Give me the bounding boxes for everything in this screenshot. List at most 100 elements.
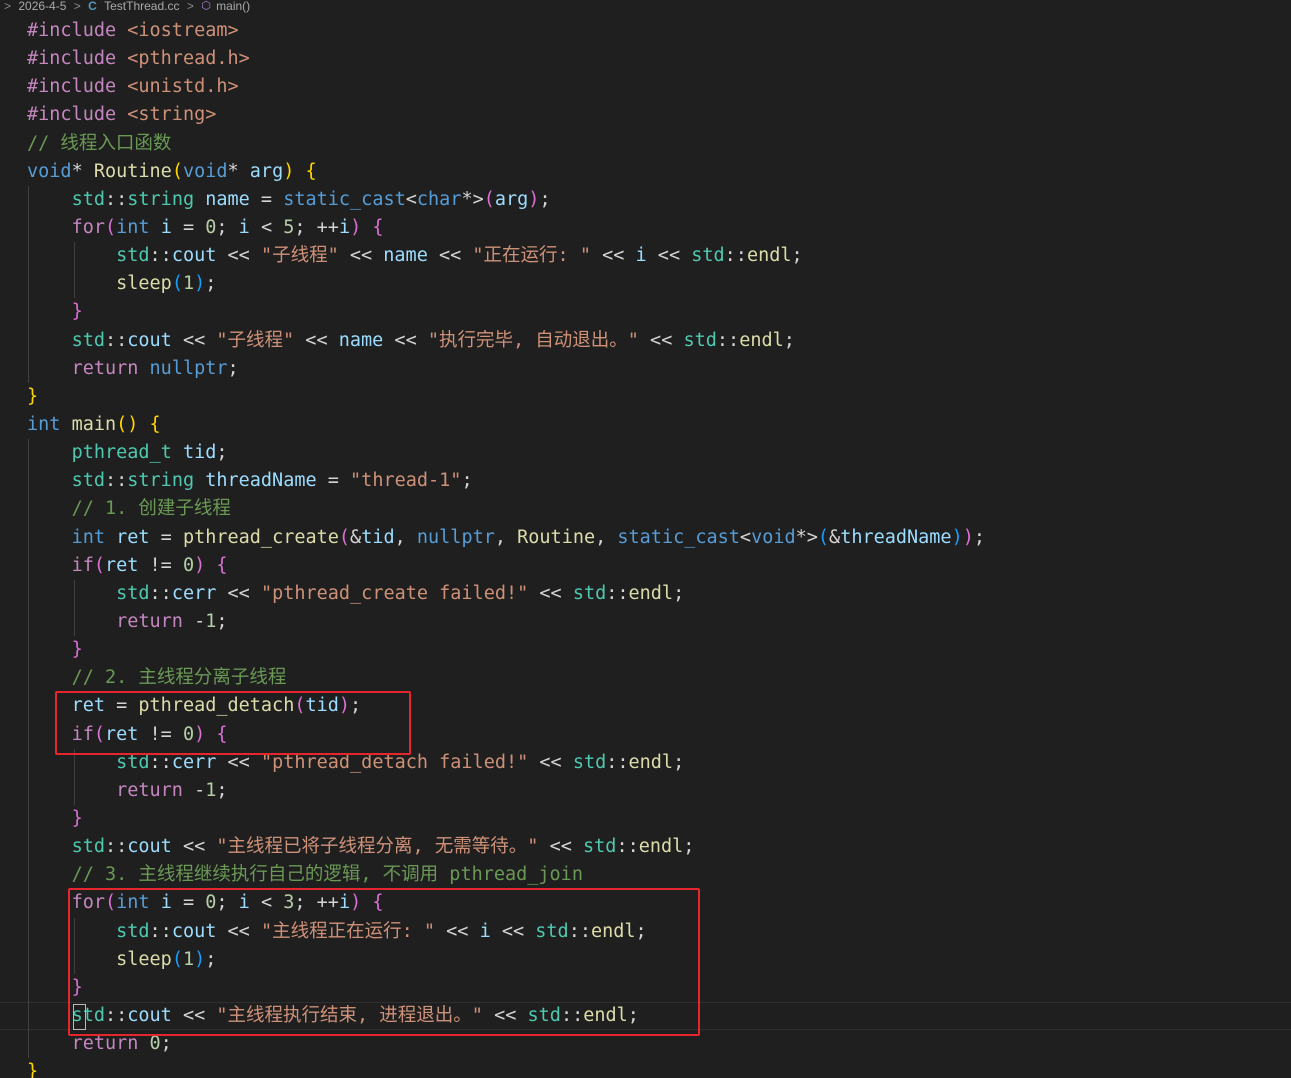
code-line[interactable]: return -1; (0, 607, 1291, 637)
code-token: < (739, 526, 752, 548)
code-line[interactable]: std::cerr << "pthread_create failed!" <<… (0, 579, 1291, 608)
code-token: std (572, 582, 607, 604)
code-token: 0 (205, 216, 217, 238)
code-token: ) (194, 948, 206, 970)
code-line[interactable]: } (0, 298, 1291, 327)
code-line[interactable]: std::string threadName = "thread-1"; (0, 467, 1291, 496)
code-token: 5 (283, 216, 295, 238)
code-token: = (171, 892, 206, 914)
code-token: :: (149, 245, 172, 267)
code-line[interactable]: #include <unistd.h> (0, 73, 1291, 101)
code-line[interactable]: // 线程入口函数 (0, 130, 1291, 158)
code-token: ) (338, 695, 351, 717)
code-line[interactable]: std::string name = static_cast<char*>(ar… (0, 185, 1291, 214)
code-token: & (350, 526, 362, 548)
indent-guide (28, 945, 29, 974)
code-line[interactable]: int main() { (0, 411, 1291, 439)
indent-guide (28, 664, 29, 693)
code-line[interactable]: } (0, 1058, 1291, 1078)
code-token: ( (171, 948, 183, 970)
code-line[interactable]: } (0, 973, 1291, 1002)
code-token: #include (27, 76, 128, 98)
code-token: = (149, 526, 183, 548)
code-line[interactable]: ret = pthread_detach(tid); (0, 692, 1291, 721)
breadcrumb-file[interactable]: TestThread.cc (104, 0, 179, 12)
code-line[interactable]: for(int i = 0; i < 3; ++i) { (0, 889, 1291, 918)
indent-guide (74, 607, 75, 637)
code-line[interactable]: // 1. 创建子线程 (0, 495, 1291, 524)
code-token: :: (606, 582, 629, 604)
code-line[interactable]: for(int i = 0; i < 5; ++i) { (0, 213, 1291, 243)
code-token: * (71, 160, 94, 182)
code-token: i (160, 892, 172, 914)
code-token: cerr (171, 751, 217, 773)
code-token: << (538, 836, 584, 858)
code-token: ; (160, 1033, 172, 1055)
code-line[interactable]: return -1; (0, 776, 1291, 805)
indent-guide (28, 185, 29, 214)
code-line[interactable]: std::cout << "主线程已将子线程分离, 无需等待。" << std:… (0, 833, 1291, 862)
indent-guide (28, 213, 29, 243)
code-token: for (71, 216, 105, 238)
code-token: 1 (205, 779, 217, 801)
code-line[interactable]: sleep(1); (0, 945, 1291, 974)
code-token: *> (461, 188, 484, 210)
code-token: ; (216, 216, 239, 238)
code-token: i (338, 216, 351, 238)
code-line[interactable]: } (0, 636, 1291, 665)
code-token: ; (683, 836, 695, 858)
code-line[interactable]: #include <iostream> (0, 17, 1291, 45)
indent-guide (28, 833, 29, 862)
code-line[interactable]: std::cout << "子线程" << name << "执行完毕, 自动退… (0, 326, 1291, 355)
code-token: ; (350, 695, 362, 717)
code-token: std (116, 582, 150, 604)
code-line[interactable]: std::cout << "主线程正在运行: " << i << std::en… (0, 917, 1291, 946)
code-line[interactable]: sleep(1); (0, 270, 1291, 299)
code-token: ( (93, 723, 105, 745)
indent-guide (74, 579, 75, 608)
breadcrumb-symbol[interactable]: main() (216, 0, 250, 12)
code-line[interactable]: #include <string> (0, 101, 1291, 129)
indent-guide (28, 776, 29, 805)
code-line[interactable]: if(ret != 0) { (0, 720, 1291, 749)
code-token: = (171, 216, 206, 238)
code-token: ; (216, 442, 228, 464)
code-token: void (27, 160, 72, 182)
breadcrumb-folder[interactable]: 2026-4-5 (18, 0, 66, 12)
code-editor[interactable]: #include <iostream> #include <pthread.h> #… (0, 17, 1291, 1078)
code-line[interactable]: } (0, 804, 1291, 834)
code-token: std (535, 920, 569, 942)
code-line[interactable]: int ret = pthread_create(&tid, nullptr, … (0, 523, 1291, 552)
code-token: endl (628, 751, 674, 773)
code-token: << (435, 920, 480, 942)
code-line[interactable]: // 3. 主线程继续执行自己的逻辑, 不调用 pthread_join (0, 861, 1291, 890)
code-line[interactable]: #include <pthread.h> (0, 45, 1291, 73)
code-token: ; (294, 216, 317, 238)
code-line[interactable]: void* Routine(void* arg) { (0, 158, 1291, 186)
code-token: << (216, 751, 261, 773)
code-line[interactable]: } (0, 383, 1291, 411)
code-line[interactable]: return nullptr; (0, 354, 1291, 383)
code-token: std (71, 329, 105, 351)
code-line[interactable]: if(ret != 0) { (0, 551, 1291, 580)
code-token: ( (104, 216, 117, 238)
code-line[interactable]: std::cout << "主线程执行结束, 进程退出。" << std::en… (0, 1001, 1291, 1031)
code-line[interactable]: std::cout << "子线程" << name << "正在运行: " <… (0, 242, 1291, 271)
code-line[interactable]: pthread_t tid; (0, 439, 1291, 468)
code-line[interactable]: return 0; (0, 1030, 1291, 1059)
code-line[interactable]: // 2. 主线程分离子线程 (0, 664, 1291, 693)
code-line[interactable]: std::cerr << "pthread_detach failed!" <<… (0, 748, 1291, 777)
indent-guide (74, 917, 75, 946)
